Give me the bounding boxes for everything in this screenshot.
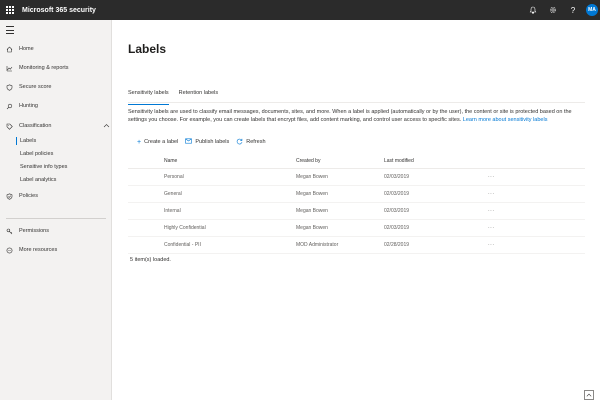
gear-icon <box>549 6 557 14</box>
cell-name: General <box>164 191 182 197</box>
tabs-divider <box>128 102 585 103</box>
sidebar: Home Monitoring & reports Secure score H… <box>0 20 112 400</box>
sidebar-subitem-label-policies[interactable]: Label policies <box>0 148 112 160</box>
tag-icon <box>0 123 19 130</box>
items-loaded-count: 5 item(s) loaded. <box>130 257 171 263</box>
cell-created-by: Megan Bowen <box>296 225 328 231</box>
sidebar-item-permissions[interactable]: Permissions <box>0 224 112 238</box>
row-more-button[interactable]: ··· <box>488 174 518 180</box>
publish-labels-button[interactable]: Publish labels <box>185 138 229 146</box>
sidebar-item-classification[interactable]: Classification <box>0 119 112 133</box>
chevron-up-icon <box>586 393 592 397</box>
cell-name: Highly Confidential <box>164 225 206 231</box>
main-content: Labels Sensitivity labels Retention labe… <box>113 20 600 400</box>
home-icon <box>0 46 19 53</box>
cell-created-by: Megan Bowen <box>296 174 328 180</box>
search-icon <box>0 103 19 110</box>
cell-last-modified: 02/03/2019 <box>384 174 410 180</box>
tab-retention-labels[interactable]: Retention labels <box>179 90 218 102</box>
create-label-button[interactable]: + Create a label <box>137 139 178 146</box>
refresh-button[interactable]: Refresh <box>236 138 266 147</box>
page-description: Sensitivity labels are used to classify … <box>128 109 572 123</box>
labels-table: Name Created by Last modified Personal M… <box>128 154 585 254</box>
column-header-created-by[interactable]: Created by <box>296 158 384 164</box>
policy-icon <box>0 192 19 200</box>
app-launcher-button[interactable] <box>0 0 20 20</box>
row-more-button[interactable]: ··· <box>488 208 518 214</box>
table-row[interactable]: Internal Megan Bowen 02/03/2019 ··· <box>128 203 585 220</box>
learn-more-link[interactable]: Learn more about sensitivity labels <box>463 117 548 123</box>
sidebar-item-monitoring[interactable]: Monitoring & reports <box>0 61 112 75</box>
cell-name: Internal <box>164 208 181 214</box>
sidebar-item-hunting[interactable]: Hunting <box>0 99 112 113</box>
chevron-up-icon[interactable] <box>100 123 112 130</box>
plus-icon: + <box>137 138 142 146</box>
cell-created-by: MOD Administrator <box>296 242 339 248</box>
sidebar-item-policies[interactable]: Policies <box>0 189 112 203</box>
help-icon: ? <box>570 5 576 15</box>
avatar[interactable]: MA <box>586 4 598 16</box>
cell-last-modified: 02/03/2019 <box>384 208 410 214</box>
settings-button[interactable] <box>543 0 563 20</box>
cell-last-modified: 02/03/2019 <box>384 225 410 231</box>
column-header-last-modified[interactable]: Last modified <box>384 158 488 164</box>
sidebar-subitem-labels[interactable]: Labels <box>0 135 112 147</box>
tab-bar: Sensitivity labels Retention labels <box>128 90 228 105</box>
sidebar-subitem-sensitive-info-types[interactable]: Sensitive info types <box>0 161 112 173</box>
more-icon <box>0 247 19 254</box>
table-row[interactable]: General Megan Bowen 02/03/2019 ··· <box>128 186 585 203</box>
cell-last-modified: 02/28/2019 <box>384 242 410 248</box>
bell-icon <box>529 6 537 14</box>
hamburger-icon[interactable] <box>6 26 14 34</box>
table-header: Name Created by Last modified <box>128 154 585 169</box>
cell-name: Confidential - PII <box>164 242 201 248</box>
page-title: Labels <box>128 42 167 56</box>
top-bar: Microsoft 365 security ? MA <box>0 0 600 20</box>
waffle-icon <box>6 6 14 14</box>
table-row[interactable]: Highly Confidential Megan Bowen 02/03/20… <box>128 220 585 237</box>
sidebar-subitem-label-analytics[interactable]: Label analytics <box>0 174 112 186</box>
notifications-button[interactable] <box>523 0 543 20</box>
key-icon <box>0 228 19 235</box>
cell-last-modified: 02/03/2019 <box>384 191 410 197</box>
tab-sensitivity-labels[interactable]: Sensitivity labels <box>128 90 169 105</box>
refresh-icon <box>236 138 243 147</box>
column-header-name[interactable]: Name <box>128 158 296 164</box>
sidebar-item-home[interactable]: Home <box>0 42 112 56</box>
chart-icon <box>0 65 19 72</box>
table-row[interactable]: Confidential - PII MOD Administrator 02/… <box>128 237 585 254</box>
command-bar: + Create a label Publish labels Refresh <box>137 136 273 148</box>
row-more-button[interactable]: ··· <box>488 225 518 231</box>
cell-created-by: Megan Bowen <box>296 208 328 214</box>
sidebar-item-secure-score[interactable]: Secure score <box>0 80 112 94</box>
row-more-button[interactable]: ··· <box>488 191 518 197</box>
table-row[interactable]: Personal Megan Bowen 02/03/2019 ··· <box>128 169 585 186</box>
help-button[interactable]: ? <box>563 0 583 20</box>
shield-icon <box>0 83 19 91</box>
row-more-button[interactable]: ··· <box>488 242 518 248</box>
sidebar-item-more-resources[interactable]: More resources <box>0 243 112 257</box>
cell-name: Personal <box>164 174 184 180</box>
sidebar-divider <box>6 218 106 219</box>
scroll-to-top-button[interactable] <box>584 390 594 400</box>
cell-created-by: Megan Bowen <box>296 191 328 197</box>
publish-icon <box>185 138 193 146</box>
app-title[interactable]: Microsoft 365 security <box>22 7 96 14</box>
